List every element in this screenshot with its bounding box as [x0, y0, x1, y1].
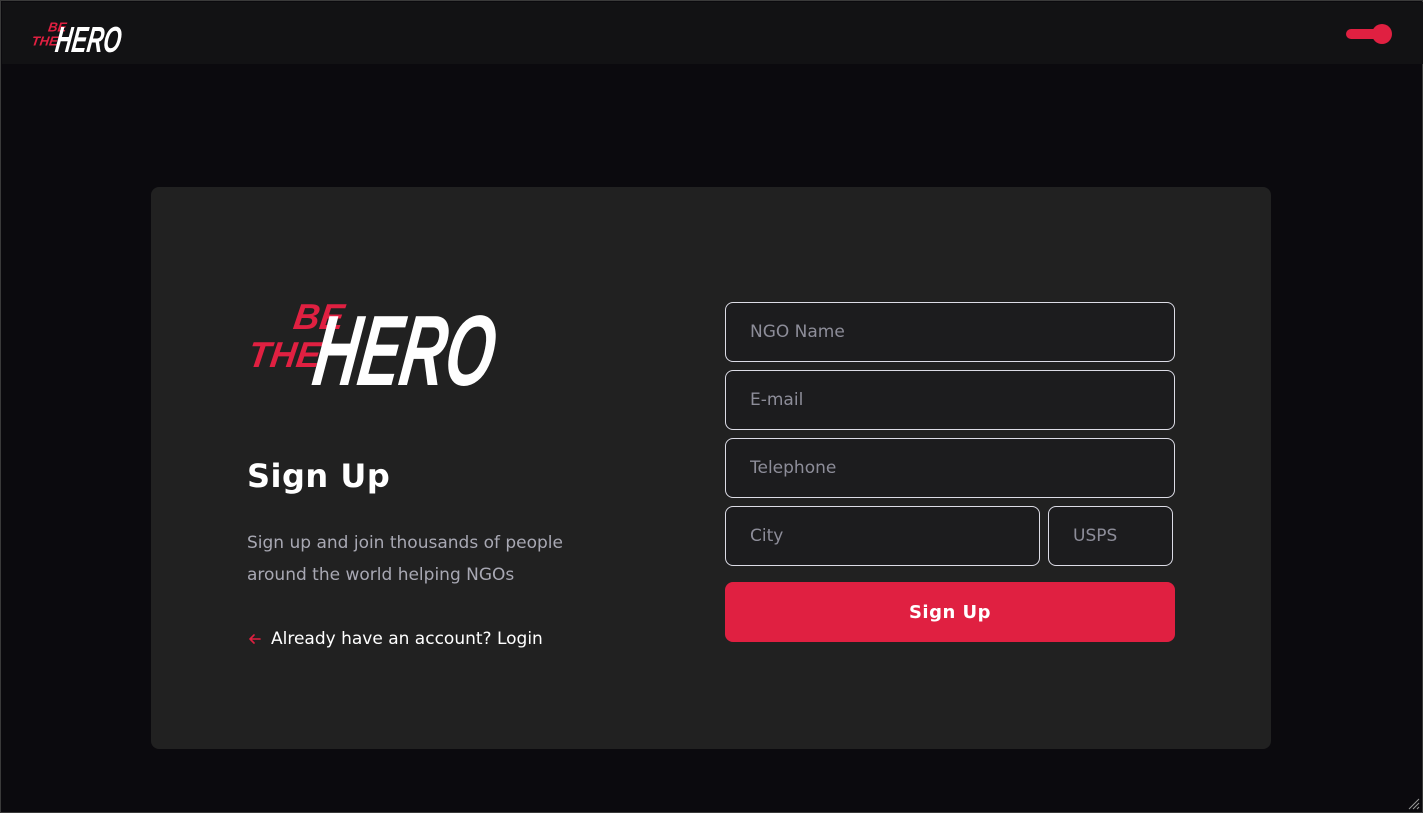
- toggle-knob: [1372, 24, 1392, 44]
- ngo-name-input[interactable]: [725, 302, 1175, 362]
- sign-up-button[interactable]: Sign Up: [725, 582, 1175, 642]
- email-input[interactable]: [725, 370, 1175, 430]
- usps-input[interactable]: [1048, 506, 1173, 566]
- app-window: BE THE HERO BE THE HERO Sign Up Sign up …: [0, 0, 1423, 813]
- logo-large-hero: HERO: [307, 295, 499, 391]
- page-title: Sign Up: [247, 457, 391, 495]
- page-description: Sign up and join thousands of people aro…: [247, 533, 563, 585]
- logo-small-hero: HERO: [53, 19, 123, 54]
- logo-large: BE THE HERO: [247, 295, 499, 391]
- signup-card: BE THE HERO Sign Up Sign up and join tho…: [151, 187, 1271, 749]
- login-link-label: Already have an account? Login: [271, 629, 543, 649]
- city-input[interactable]: [725, 506, 1040, 566]
- telephone-input[interactable]: [725, 438, 1175, 498]
- arrow-left-icon: [249, 634, 261, 644]
- resize-grip-icon[interactable]: [1406, 796, 1420, 810]
- logo-small[interactable]: BE THE HERO: [31, 14, 123, 54]
- theme-toggle[interactable]: [1346, 24, 1392, 44]
- top-bar: BE THE HERO: [2, 2, 1423, 64]
- login-link[interactable]: Already have an account? Login: [247, 629, 543, 649]
